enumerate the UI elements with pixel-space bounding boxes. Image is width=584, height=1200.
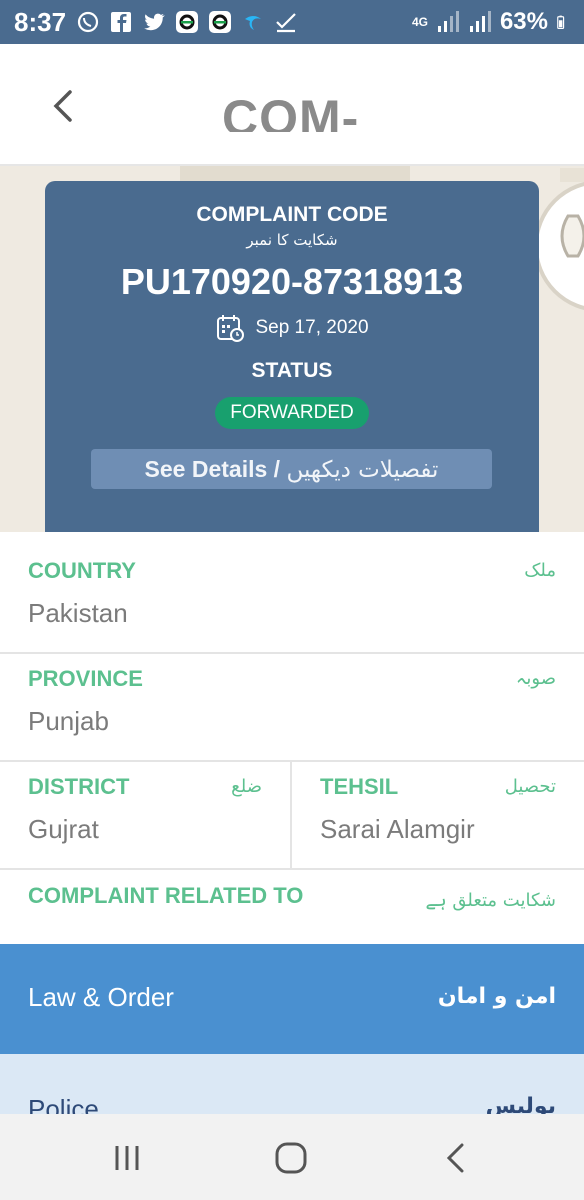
- province-label-urdu: صوبہ: [515, 668, 556, 689]
- status-label: STATUS: [251, 359, 333, 382]
- home-icon[interactable]: [271, 1142, 311, 1174]
- facebook-icon: [111, 12, 132, 32]
- app-header: COM-: [0, 44, 584, 164]
- system-icons: 4G 63%: [412, 8, 570, 36]
- complaint-code-label-urdu: شکایت کا نمبر: [246, 231, 338, 249]
- country-field: COUNTRY ملک Pakistan: [0, 532, 584, 654]
- notification-icons: [76, 10, 298, 34]
- page-title: COM-: [222, 90, 360, 132]
- tehsil-label-urdu: تحصیل: [504, 776, 556, 797]
- category-label: Law & Order: [28, 982, 174, 1012]
- calendar-icon: [217, 315, 245, 342]
- twitter-icon: [144, 13, 165, 31]
- signal-icon: [437, 11, 459, 32]
- country-value: Pakistan: [28, 598, 128, 628]
- complaint-related-label: COMPLAINT RELATED TO: [28, 883, 304, 908]
- system-nav-bar: [0, 1114, 584, 1200]
- battery-icon: [557, 15, 565, 30]
- province-value: Punjab: [28, 706, 109, 736]
- battery-percent: 63%: [499, 8, 548, 35]
- signal-icon: [469, 11, 491, 32]
- province-field: PROVINCE صوبہ Punjab: [0, 654, 584, 762]
- see-details-button[interactable]: See Details / تفصیلات دیکھیں: [91, 449, 492, 489]
- status-time: 8:37: [14, 6, 67, 37]
- app-icon: [176, 11, 199, 33]
- country-label: COUNTRY: [28, 558, 136, 583]
- tehsil-label: TEHSIL: [320, 774, 399, 799]
- see-details-label-urdu: تفصیلات دیکھیں: [286, 457, 439, 483]
- district-label: DISTRICT: [28, 774, 130, 799]
- tehsil-value: Sarai Alamgir: [320, 814, 475, 844]
- check-icon: [276, 13, 296, 33]
- complaint-related-label-urdu: شکایت متعلق ہے: [425, 890, 556, 911]
- province-label: PROVINCE: [28, 666, 143, 691]
- back-arrow-icon[interactable]: [48, 86, 78, 126]
- category-option-law-order[interactable]: Law & Order امن و امان: [0, 944, 584, 1054]
- category-label-urdu: امن و امان: [437, 984, 556, 1009]
- status-bar: 8:37 4G 63%: [0, 0, 584, 44]
- district-label-urdu: ضلع: [231, 776, 262, 797]
- telenor-icon: [245, 16, 262, 30]
- app-icon: [209, 11, 232, 33]
- country-label-urdu: ملک: [524, 560, 556, 581]
- category-label: Police: [28, 1094, 99, 1114]
- status-badge: FORWARDED: [215, 397, 369, 429]
- whatsapp-icon: [77, 11, 99, 33]
- see-details-label: See Details /: [144, 456, 281, 482]
- recent-apps-icon[interactable]: [107, 1142, 147, 1174]
- complaint-date: Sep 17, 2020: [255, 317, 369, 338]
- complaint-code: PU170920-87318913: [120, 261, 464, 302]
- complaint-related-section: COMPLAINT RELATED TO شکایت متعلق ہے: [0, 870, 584, 946]
- complaint-code-label: COMPLAINT CODE: [196, 203, 388, 226]
- category-label-urdu: پولیس: [485, 1094, 556, 1114]
- network-type: 4G: [411, 15, 428, 29]
- complaint-card: COMPLAINT CODE شکایت کا نمبر PU170920-87…: [45, 181, 539, 532]
- back-nav-icon[interactable]: [436, 1142, 476, 1174]
- tehsil-field: TEHSIL تحصیل Sarai Alamgir: [292, 762, 584, 870]
- category-option-police[interactable]: Police پولیس: [0, 1054, 584, 1114]
- district-field: DISTRICT ضلع Gujrat: [0, 762, 290, 870]
- district-value: Gujrat: [28, 814, 99, 844]
- date-row: Sep 17, 2020: [45, 313, 539, 343]
